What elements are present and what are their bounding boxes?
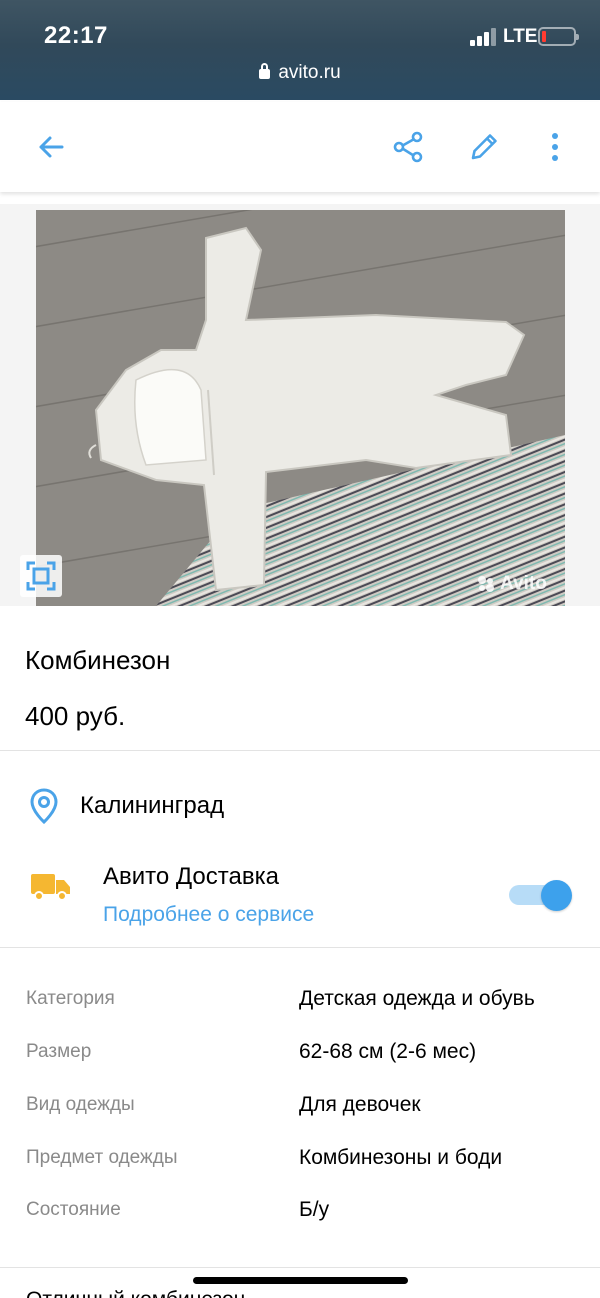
param-row: Предмет одежды Комбинезоны и боди [0,1146,600,1177]
toolbar [0,102,600,192]
param-label: Состояние [26,1199,121,1220]
avito-logo-icon [478,576,494,592]
home-indicator[interactable] [193,1277,408,1284]
delivery-info-link[interactable]: Подробнее о сервисе [103,903,314,927]
param-label: Вид одежды [26,1094,135,1115]
listing-photo[interactable] [36,210,565,606]
param-value: 62-68 см (2-6 мес) [299,1040,477,1063]
url-text: avito.ru [278,62,341,83]
param-row: Вид одежды Для девочек [0,1093,600,1124]
address-bar[interactable]: avito.ru [0,62,600,84]
status-bar: 22:17 LTE avito.ru [0,0,600,100]
param-row: Размер 62-68 см (2-6 мес) [0,1040,600,1071]
param-label: Предмет одежды [26,1147,178,1168]
param-value: Детская одежда и обувь [299,987,535,1010]
description-text: Отличный комбинезон [26,1288,245,1298]
pencil-icon [471,134,497,160]
status-time: 22:17 [44,22,108,49]
truck-icon [31,874,70,901]
param-label: Размер [26,1041,92,1062]
divider [0,750,600,751]
arrow-left-icon [39,136,64,158]
param-value: Б/у [299,1198,330,1221]
more-vertical-icon [552,133,558,161]
location-city: Калининград [80,792,225,819]
divider [0,1267,600,1268]
delivery-toggle[interactable] [509,880,573,911]
toggle-knob [541,880,572,911]
map-pin-icon [30,788,58,824]
share-icon [393,131,423,163]
delivery-title: Авито Доставка [103,863,279,890]
divider [0,947,600,948]
share-button[interactable] [385,124,431,170]
param-value: Для девочек [299,1093,421,1116]
battery-icon [538,27,579,46]
photo-gallery[interactable] [0,204,600,606]
network-type: LTE [503,26,538,47]
listing-price: 400 руб. [25,701,126,731]
fullscreen-button[interactable] [20,555,62,597]
back-button[interactable] [28,124,74,170]
param-row: Состояние Б/у [0,1198,600,1229]
fullscreen-icon [26,561,56,591]
signal-icon [470,28,496,46]
listing-title: Комбинезон [25,645,171,675]
param-value: Комбинезоны и боди [299,1146,503,1169]
param-row: Категория Детская одежда и обувь [0,987,600,1018]
photo-watermark: Avito [476,573,547,595]
more-button[interactable] [532,124,578,170]
edit-button[interactable] [461,124,507,170]
lock-icon [259,63,271,79]
param-label: Категория [26,988,115,1009]
